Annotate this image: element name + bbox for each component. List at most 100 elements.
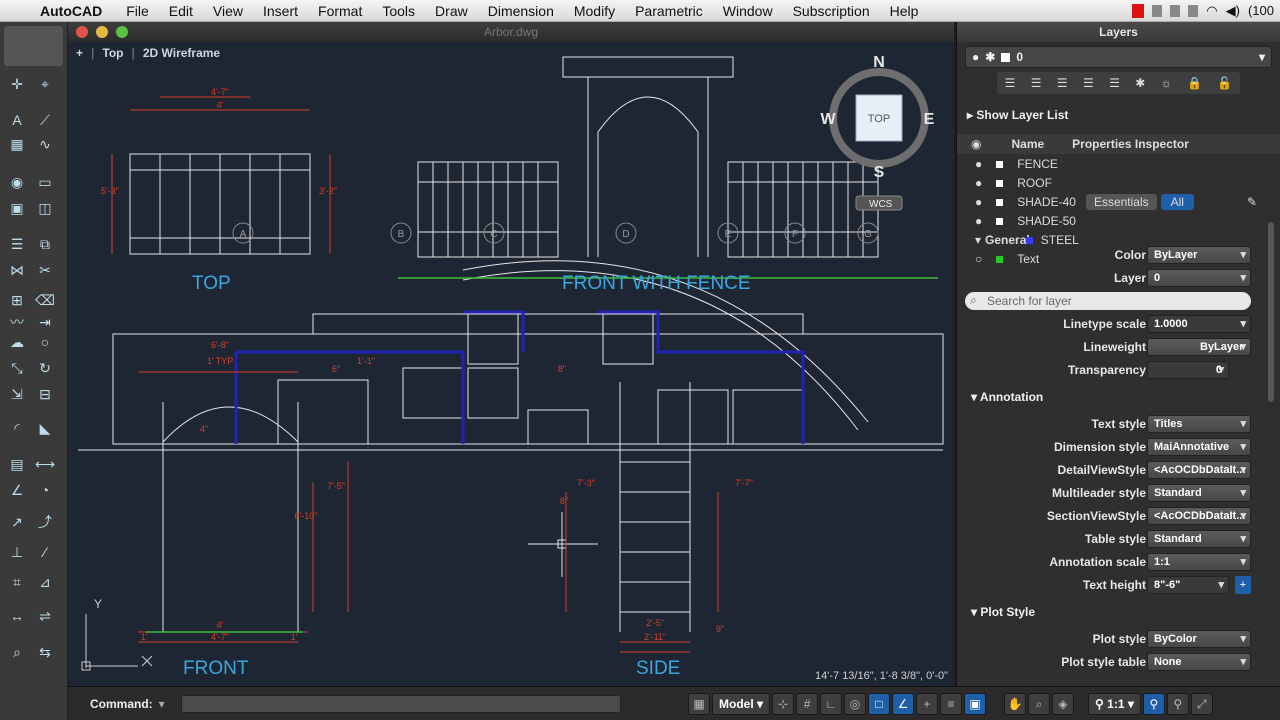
menu-file[interactable]: File [116, 3, 159, 19]
prop-lineweight-dropdown[interactable]: ByLayer [1147, 338, 1251, 356]
zoom-icon[interactable]: ◉ [6, 172, 28, 192]
layer-color-swatch[interactable] [996, 179, 1004, 187]
layer-row[interactable]: ● SHADE-40 Essentials All ✎ [957, 192, 1280, 212]
viewcube-west[interactable]: W [820, 111, 836, 128]
trim-icon[interactable]: ✂ [34, 260, 56, 280]
pan-icon[interactable]: ✋ [1004, 693, 1027, 715]
layer-row[interactable]: ● SHADE-50 [957, 211, 1280, 231]
tolerance-icon[interactable]: ⁄ [34, 542, 56, 562]
text-icon[interactable]: A [6, 110, 28, 130]
menu-window[interactable]: Window [713, 3, 783, 19]
menu-modify[interactable]: Modify [564, 3, 625, 19]
zoom-window-icon[interactable] [116, 26, 128, 38]
dimension-linear-icon[interactable]: ⟷ [34, 454, 56, 474]
tool-set-selector[interactable] [4, 26, 63, 66]
layer-state-icon[interactable]: ☰ [1005, 76, 1016, 90]
stretch-icon[interactable]: ⇲ [6, 384, 28, 404]
polar-tracking-icon[interactable]: ◎ [844, 693, 867, 715]
dimension-radius-icon[interactable]: ◔ [34, 480, 56, 500]
menu-format[interactable]: Format [308, 3, 372, 19]
properties-scrollbar[interactable] [1268, 222, 1274, 402]
close-icon[interactable] [76, 26, 88, 38]
copy-icon[interactable]: ⧉ [34, 234, 56, 254]
lineweight-icon[interactable]: ≡ [940, 693, 963, 715]
layer-row[interactable]: ● ROOF [957, 173, 1280, 193]
layer-color-swatch[interactable] [1025, 236, 1033, 244]
annotation-scale-dropdown[interactable]: ⚲ 1:1 ▾ [1088, 693, 1141, 715]
status-menu-icon[interactable] [1152, 4, 1163, 17]
layer-color-swatch[interactable] [996, 160, 1004, 168]
chamfer-icon[interactable]: ◣ [34, 418, 56, 438]
cycle-icon[interactable]: ⇆ [34, 642, 56, 662]
menu-insert[interactable]: Insert [253, 3, 308, 19]
prop-annotation-scale-dropdown[interactable]: 1:1 [1147, 553, 1251, 571]
layer-unlock-icon[interactable]: 🔓 [1217, 76, 1232, 90]
layer-unisolate-icon[interactable]: ☰ [1109, 76, 1120, 90]
align-icon[interactable]: ⇌ [34, 606, 56, 626]
prop-section-view-style-dropdown[interactable]: <AcOCDbDataIt... [1147, 507, 1251, 525]
layer-visible-icon[interactable]: ● [975, 214, 982, 228]
viewcube-top-label[interactable]: TOP [868, 113, 890, 125]
ortho-icon[interactable]: ∟ [820, 693, 843, 715]
auto-scale-icon[interactable]: ⚲ [1166, 693, 1189, 715]
leader-icon[interactable]: ↗ [6, 512, 28, 532]
layout-grid-icon[interactable]: ▦ [688, 693, 710, 715]
minimize-icon[interactable] [96, 26, 108, 38]
tab-essentials[interactable]: Essentials [1085, 194, 1157, 210]
dimension-angular-icon[interactable]: ∠ [6, 480, 28, 500]
fillet-icon[interactable]: ◜ [6, 418, 28, 438]
grid-display-icon[interactable]: # [796, 693, 819, 715]
circle-icon[interactable]: ○ [34, 332, 56, 352]
prop-table-style-dropdown[interactable]: Standard [1147, 530, 1251, 548]
menu-subscription[interactable]: Subscription [783, 3, 880, 19]
prop-layer-dropdown[interactable]: 0 [1147, 269, 1251, 287]
extend-icon[interactable]: ⇥ [34, 312, 56, 332]
array-icon[interactable]: ⊞ [6, 290, 28, 310]
prop-text-style-dropdown[interactable]: Titles [1147, 415, 1251, 433]
prop-multileader-style-dropdown[interactable]: Standard [1147, 484, 1251, 502]
multileader-icon[interactable]: ⤴ [34, 512, 56, 532]
layer-visible-icon[interactable]: ● [975, 195, 982, 209]
layer-color-swatch[interactable] [996, 198, 1004, 206]
clean-screen-icon[interactable]: ⤢ [1190, 693, 1213, 715]
prop-color-dropdown[interactable]: ByLayer [1147, 246, 1251, 264]
current-layer-dropdown[interactable]: ● ✱ 0 ▾ [965, 46, 1272, 68]
layer-color-swatch[interactable] [996, 255, 1004, 263]
prop-text-height-field[interactable]: 8"-6" [1147, 576, 1229, 594]
layer-name-column[interactable]: Name [1011, 137, 1044, 151]
status-menu-icon[interactable] [1188, 4, 1199, 17]
prop-detail-view-style-dropdown[interactable]: <AcOCDbDataIt... [1147, 461, 1251, 479]
dynamic-input-icon[interactable]: + [916, 693, 939, 715]
erase-icon[interactable]: ⌫ [34, 290, 56, 310]
wifi-icon[interactable]: ◠ [1206, 3, 1217, 19]
menu-help[interactable]: Help [880, 3, 929, 19]
prop-dimension-style-dropdown[interactable]: MaiAnnotative [1147, 438, 1251, 456]
orbit-icon[interactable]: ◈ [1052, 693, 1075, 715]
find-icon[interactable]: ⌕ [6, 642, 28, 662]
selection-cycling-icon[interactable]: ▣ [964, 693, 987, 715]
polyline-icon[interactable]: ⟋ [34, 110, 56, 130]
menu-view[interactable]: View [203, 3, 253, 19]
snap-icon[interactable]: ⊹ [772, 693, 795, 715]
wave-icon[interactable]: 〰 [6, 312, 28, 332]
offset-icon[interactable]: ⊟ [34, 384, 56, 404]
select-icon[interactable]: ⌖ [34, 74, 56, 94]
insert-block-icon[interactable]: ▣ [6, 198, 28, 218]
layer-isolate-icon[interactable]: ☰ [1083, 76, 1094, 90]
table-icon[interactable]: ▤ [6, 454, 28, 474]
expand-icon[interactable]: ▾ [975, 233, 981, 247]
center-mark-icon[interactable]: ⌗ [6, 572, 28, 592]
layer-lock-icon[interactable]: 🔒 [1187, 76, 1202, 90]
status-menu-icon[interactable] [1132, 3, 1145, 18]
tab-all[interactable]: All [1160, 194, 1194, 210]
rotate-icon[interactable]: ↻ [34, 358, 56, 378]
menu-parametric[interactable]: Parametric [625, 3, 713, 19]
pick-object-icon[interactable]: ✎ [1247, 195, 1257, 209]
section-plot-style[interactable]: ▾ Plot Style [971, 605, 1035, 619]
prop-plot-style-dropdown[interactable]: ByColor [1147, 630, 1251, 648]
menu-edit[interactable]: Edit [159, 3, 203, 19]
mirror-icon[interactable]: ⋈ [6, 260, 28, 280]
hatch-icon[interactable]: ▦ [6, 134, 28, 154]
object-snap-icon[interactable]: □ [868, 693, 891, 715]
layer-search-input[interactable]: Search for layer [965, 292, 1251, 310]
